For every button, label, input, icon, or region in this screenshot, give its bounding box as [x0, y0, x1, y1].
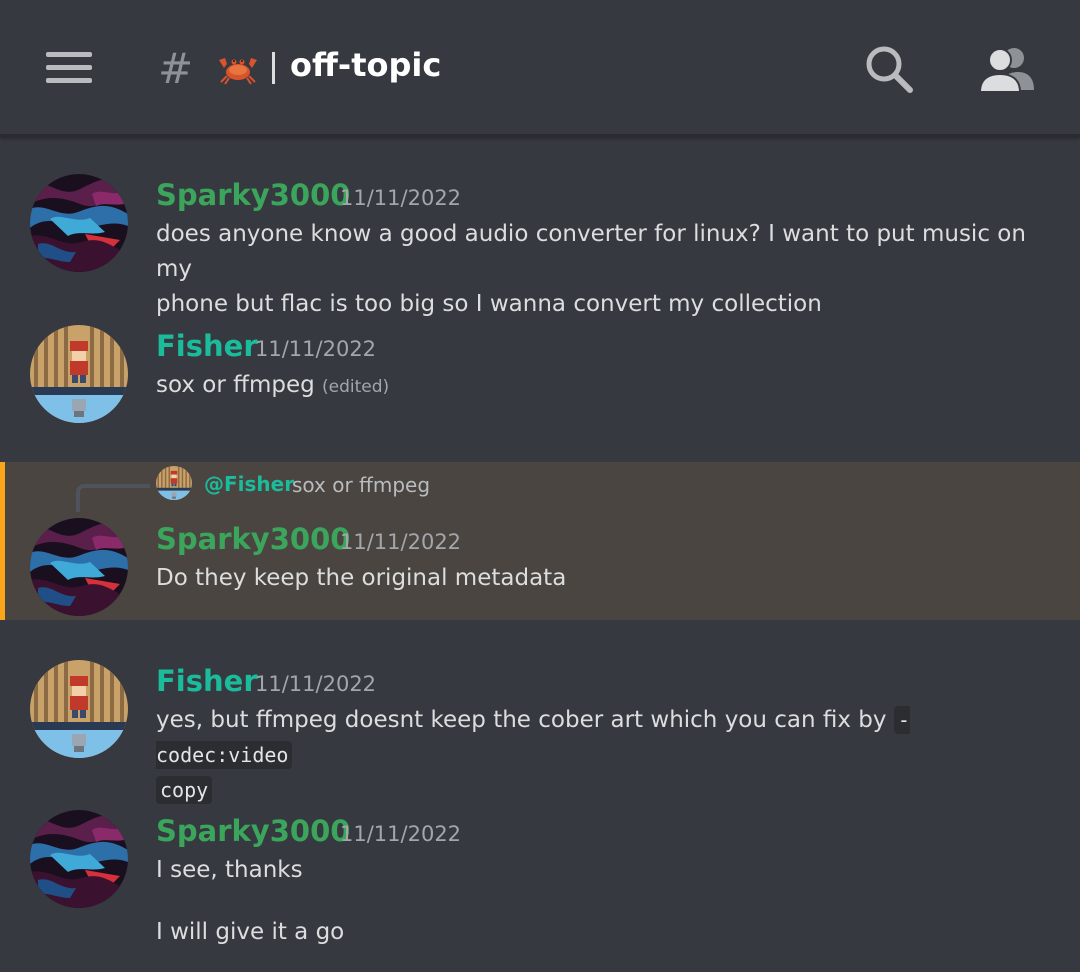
- channel-name: off-topic: [290, 46, 442, 84]
- avatar-sparky[interactable]: [30, 810, 128, 908]
- timestamp: 11/11/2022: [255, 337, 377, 361]
- reply-avatar-fisher[interactable]: [156, 466, 192, 500]
- timestamp: 11/11/2022: [255, 672, 377, 696]
- avatar-sparky[interactable]: [30, 518, 128, 616]
- message-text-line: does anyone know a good audio converter …: [156, 221, 1026, 282]
- timestamp: 11/11/2022: [340, 530, 462, 554]
- message-text: yes, but ffmpeg doesnt keep the cober ar…: [156, 703, 1040, 808]
- reply-spine: [76, 484, 150, 512]
- message-text: sox or ffmpeg (edited): [156, 368, 1040, 405]
- reply-author[interactable]: @Fisher: [204, 472, 294, 496]
- avatar-fisher[interactable]: [30, 325, 128, 423]
- message-text: I see, thanks: [156, 857, 303, 883]
- reply-preview-text[interactable]: sox or ffmpeg: [292, 473, 430, 497]
- avatar-sparky[interactable]: [30, 174, 128, 272]
- message-text: Do they keep the original metadata: [156, 565, 567, 591]
- message-body: sox or ffmpeg: [156, 372, 315, 398]
- author-name[interactable]: Fisher: [156, 329, 258, 363]
- timestamp: 11/11/2022: [340, 186, 462, 210]
- message-text: does anyone know a good audio converter …: [156, 217, 1040, 322]
- author-name[interactable]: Sparky3000: [156, 178, 350, 212]
- inline-code: copy: [156, 776, 213, 804]
- message-text: I will give it a go: [156, 919, 345, 945]
- crab-emoji-icon: [219, 58, 257, 85]
- avatar-fisher[interactable]: [30, 660, 128, 758]
- search-icon[interactable]: [864, 44, 914, 94]
- header-divider: [272, 52, 275, 84]
- members-icon[interactable]: [978, 44, 1034, 94]
- hamburger-menu-icon[interactable]: [46, 52, 92, 86]
- channel-header: # off-topic: [0, 0, 1080, 137]
- edited-label: (edited): [322, 377, 390, 397]
- author-name[interactable]: Sparky3000: [156, 814, 350, 848]
- timestamp: 11/11/2022: [340, 822, 462, 846]
- channel-hash-icon: #: [158, 44, 194, 93]
- author-name[interactable]: Sparky3000: [156, 522, 350, 556]
- message-text-line: phone but flac is too big so I wanna con…: [156, 291, 822, 317]
- author-name[interactable]: Fisher: [156, 664, 258, 698]
- message-body: yes, but ffmpeg doesnt keep the cober ar…: [156, 707, 887, 733]
